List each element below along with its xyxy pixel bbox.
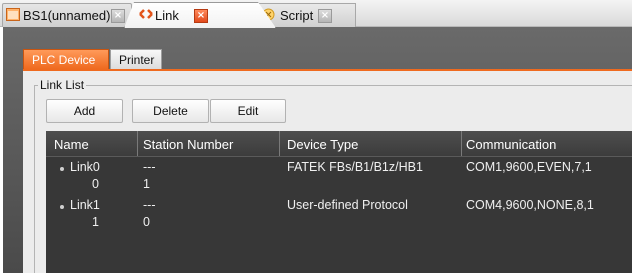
column-header-name[interactable]: Name <box>54 137 89 152</box>
tab-bs1-close-icon[interactable]: × <box>111 9 125 23</box>
column-separator[interactable] <box>461 131 462 156</box>
expand-bullet-icon[interactable] <box>60 205 64 209</box>
tab-link-label: Link <box>155 8 179 23</box>
link-station-number: --- <box>143 198 156 212</box>
column-separator[interactable] <box>137 131 138 156</box>
column-header-communication[interactable]: Communication <box>466 137 556 152</box>
link-icon <box>139 9 153 19</box>
link-communication: COM1,9600,EVEN,7,1 <box>466 160 592 174</box>
column-separator[interactable] <box>279 131 280 156</box>
link-name[interactable]: Link0 <box>70 160 100 174</box>
tab-bs1[interactable]: BS1(unnamed) × <box>2 3 140 27</box>
add-button[interactable]: Add <box>46 99 123 123</box>
tab-bs1-label: BS1(unnamed) <box>23 8 111 23</box>
link-device-type: User-defined Protocol <box>287 198 408 212</box>
device-station-number: 0 <box>143 215 150 229</box>
edit-button[interactable]: Edit <box>210 99 286 123</box>
tab-script-label: Script <box>280 8 314 23</box>
column-header-station-number[interactable]: Station Number <box>143 137 233 152</box>
device-name[interactable]: 1 <box>92 215 99 229</box>
tab-script-close-icon[interactable]: × <box>318 9 332 23</box>
link-station-number: --- <box>143 160 156 174</box>
tab-plc-device[interactable]: PLC Device <box>23 49 109 69</box>
tab-printer[interactable]: Printer <box>110 49 162 69</box>
project-icon <box>6 8 20 21</box>
tab-printer-label: Printer <box>119 53 155 67</box>
tab-plc-device-label: PLC Device <box>32 53 96 67</box>
link-list-title: Link List <box>38 78 87 92</box>
link-name[interactable]: Link1 <box>70 198 100 212</box>
column-header-device-type[interactable]: Device Type <box>287 137 358 152</box>
delete-button[interactable]: Delete <box>132 99 209 123</box>
expand-bullet-icon[interactable] <box>60 167 64 171</box>
tab-link-close-icon[interactable]: × <box>194 9 208 23</box>
device-station-number: 1 <box>143 177 150 191</box>
tab-link[interactable]: Link × <box>124 2 276 28</box>
link-communication: COM4,9600,NONE,8,1 <box>466 198 594 212</box>
link-device-type: FATEK FBs/B1/B1z/HB1 <box>287 160 423 174</box>
device-name[interactable]: 0 <box>92 177 99 191</box>
